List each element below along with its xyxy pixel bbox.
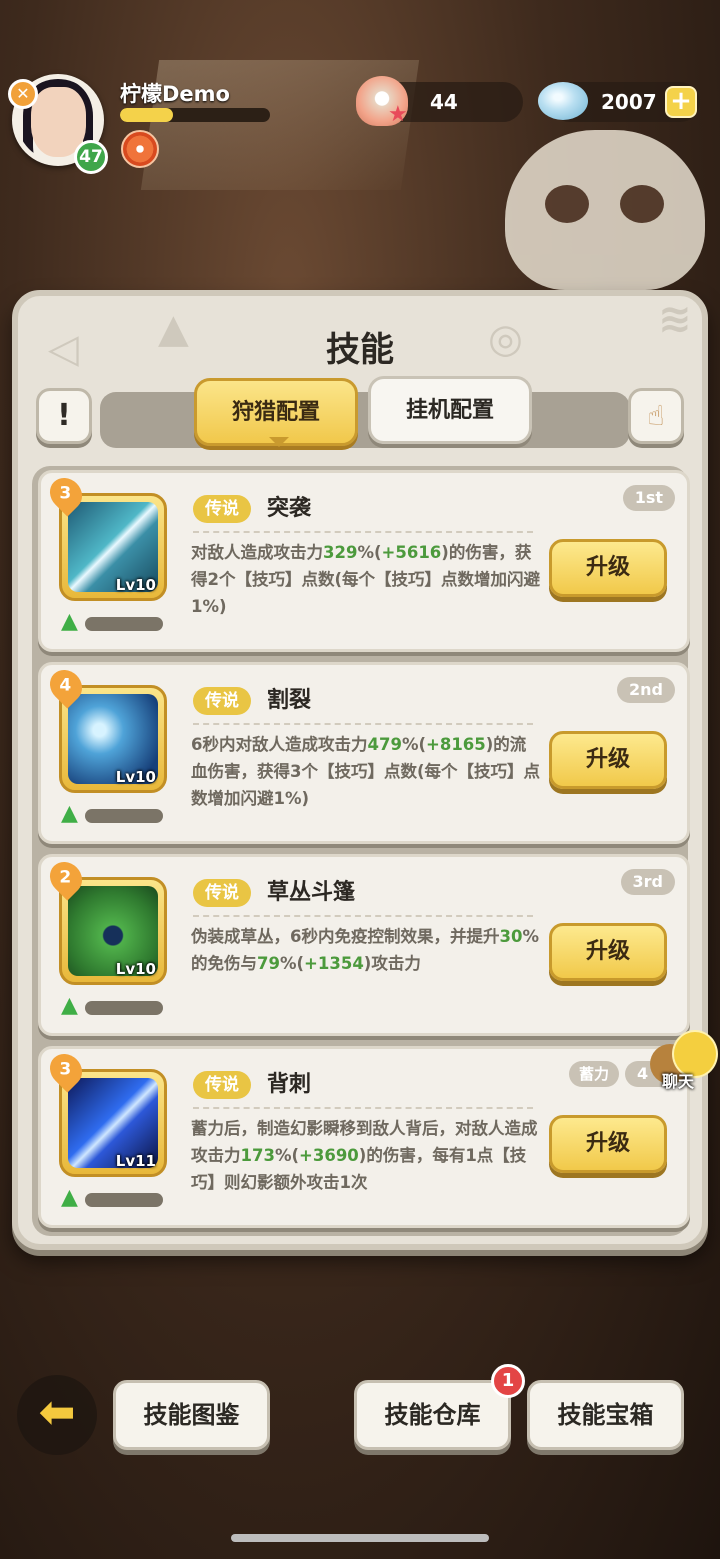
upgrade-button[interactable]: 升级 <box>549 1115 667 1173</box>
skill-storage-button[interactable]: 技能仓库 <box>354 1380 511 1450</box>
skill-progress-bar <box>85 1193 163 1207</box>
skills-panel: ◁ ▲ ◎ ≋ 技能 ! 狩猎配置 挂机配置 ☝ Lv10 3 ▲ 传说 突袭 … <box>12 290 708 1250</box>
buff-icon[interactable] <box>121 130 159 168</box>
skill-card: Lv10 2 ▲ 传说 草丛斗篷 伪装成草丛，6秒内免疫控制效果，并提升30%的… <box>38 854 690 1036</box>
exp-bar-fill <box>120 108 173 122</box>
rarity-badge: 传说 <box>193 879 251 907</box>
player-name: 柠檬Demo <box>120 82 230 106</box>
skill-icon-frame[interactable]: Lv10 <box>59 877 167 985</box>
chat-button[interactable]: 聊天 <box>650 1030 720 1100</box>
skill-list: Lv10 3 ▲ 传说 突袭 对敌人造成攻击力329%(+5616)的伤害，获得… <box>32 466 690 1236</box>
upgrade-button[interactable]: 升级 <box>549 923 667 981</box>
divider <box>193 1107 533 1109</box>
panel-title: 技能 <box>326 330 394 370</box>
skill-card: Lv11 3 ▲ 传说 背刺 蓄力后，制造幻影瞬移到敌人背后，对敌人造成攻击力1… <box>38 1046 690 1228</box>
pearl-count: 44 <box>430 90 458 114</box>
info-button[interactable]: ! <box>36 388 92 444</box>
rank-badge: 3rd <box>620 869 675 895</box>
avatar-badge-icon: ✕ <box>8 79 38 109</box>
skill-card: Lv10 4 ▲ 传说 割裂 6秒内对敌人造成攻击力479%(+8165)的流血… <box>38 662 690 844</box>
notification-badge: 1 <box>491 1364 525 1398</box>
skill-name: 突袭 <box>267 496 312 521</box>
back-arrow-button[interactable]: ⬅ <box>17 1375 97 1455</box>
skill-name: 割裂 <box>267 688 312 713</box>
skill-progress-bar <box>85 1001 163 1015</box>
exp-bar <box>120 108 270 122</box>
skill-description: 伪装成草丛，6秒内免疫控制效果，并提升30%的免伤与79%(+1354)攻击力 <box>191 927 539 973</box>
skill-level: Lv10 <box>115 576 156 594</box>
upgrade-arrow-icon: ▲ <box>61 993 78 1018</box>
gem-count: 2007 <box>601 90 657 114</box>
skill-progress-bar <box>85 809 163 823</box>
skill-name: 草丛斗篷 <box>267 880 356 905</box>
skill-progress-bar <box>85 617 163 631</box>
home-indicator[interactable] <box>231 1534 489 1542</box>
tab-idle-config[interactable]: 挂机配置 <box>368 376 532 444</box>
background-skull <box>505 130 705 290</box>
add-gems-button[interactable]: + <box>665 86 697 118</box>
skill-description: 6秒内对敌人造成攻击力479%(+8165)的流血伤害，获得3个【技巧】点数(每… <box>191 735 541 808</box>
skill-chest-button[interactable]: 技能宝箱 <box>527 1380 684 1450</box>
skill-level: Lv10 <box>115 960 156 978</box>
upgrade-arrow-icon: ▲ <box>61 1185 78 1210</box>
skill-description: 对敌人造成攻击力329%(+5616)的伤害，获得2个【技巧】点数(每个【技巧】… <box>191 543 541 616</box>
charge-tag: 蓄力 <box>568 1061 619 1087</box>
rarity-badge: 传说 <box>193 687 251 715</box>
skill-card: Lv10 3 ▲ 传说 突袭 对敌人造成攻击力329%(+5616)的伤害，获得… <box>38 470 690 652</box>
divider <box>193 531 533 533</box>
player-level-badge: 47 <box>74 140 108 174</box>
divider <box>193 915 533 917</box>
skill-atlas-button[interactable]: 技能图鉴 <box>113 1380 270 1450</box>
skill-icon-frame[interactable]: Lv10 <box>59 493 167 601</box>
skill-name: 背刺 <box>267 1072 312 1097</box>
skill-icon-frame[interactable]: Lv11 <box>59 1069 167 1177</box>
hand-pointer-icon[interactable]: ☝ <box>628 388 684 444</box>
skill-level: Lv10 <box>115 768 156 786</box>
divider <box>193 723 533 725</box>
upgrade-arrow-icon: ▲ <box>61 801 78 826</box>
rank-badge: 2nd <box>617 677 675 703</box>
skill-level: Lv11 <box>115 1152 156 1170</box>
rarity-badge: 传说 <box>193 1071 251 1099</box>
tab-track <box>100 392 630 448</box>
skill-icon-frame[interactable]: Lv10 <box>59 685 167 793</box>
upgrade-button[interactable]: 升级 <box>549 731 667 789</box>
starfish-icon: ★ <box>388 102 408 127</box>
tab-hunt-config[interactable]: 狩猎配置 <box>194 378 358 447</box>
rarity-badge: 传说 <box>193 495 251 523</box>
rank-badge: 1st <box>622 485 675 511</box>
gem-icon <box>538 82 588 120</box>
skill-description: 蓄力后，制造幻影瞬移到敌人背后，对敌人造成攻击力173%(+3690)的伤害，每… <box>191 1119 538 1192</box>
upgrade-button[interactable]: 升级 <box>549 539 667 597</box>
upgrade-arrow-icon: ▲ <box>61 609 78 634</box>
chat-label: 聊天 <box>662 1072 695 1091</box>
